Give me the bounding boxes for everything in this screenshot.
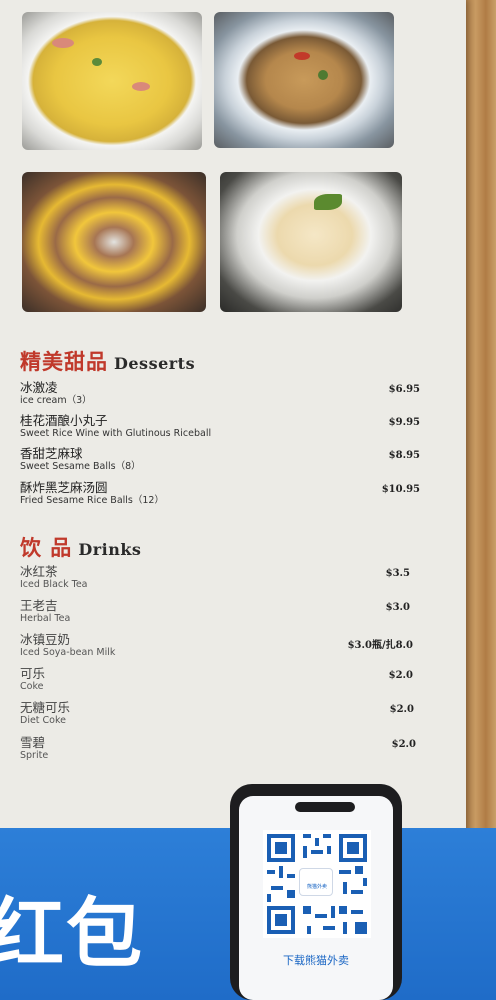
menu-item-coke: 可乐 Coke $2.0	[20, 666, 413, 693]
download-app-caption[interactable]: 下载熊猫外卖	[239, 952, 393, 968]
desserts-title-en: Desserts	[114, 354, 196, 373]
item-price: $2.0	[388, 670, 413, 681]
menu-item-herbal-tea: 王老吉 Herbal Tea $3.0	[20, 598, 410, 625]
item-price: $8.95	[388, 450, 420, 461]
pea-bit	[318, 70, 328, 80]
mint-leaf	[314, 194, 342, 210]
desserts-title-zh: 精美甜品	[20, 349, 108, 374]
item-price: $2.0	[391, 739, 416, 750]
menu-item-fried-sesame-rice-balls: 酥炸黑芝麻汤圆 Fried Sesame Rice Balls（12） $10.…	[20, 480, 420, 507]
menu-page: 精美甜品 Desserts 冰激凌 ice cream（3） $6.95 桂花酒酿…	[0, 0, 466, 840]
menu-item-iced-black-tea: 冰红茶 Iced Black Tea $3.5	[20, 564, 410, 591]
menu-item-diet-coke: 无糖可乐 Diet Coke $2.0	[20, 700, 414, 727]
item-name-en: Sweet Sesame Balls（8）	[20, 461, 141, 472]
item-name-zh: 桂花酒酿小丸子	[20, 413, 108, 428]
item-name-en: ice cream（3）	[20, 395, 92, 406]
corn-platter-photo	[22, 172, 206, 312]
noodles-photo	[214, 12, 394, 148]
drinks-title-zh: 饮 品	[20, 535, 73, 560]
item-price: $6.95	[388, 384, 420, 395]
menu-item-ice-cream: 冰激凌 ice cream（3） $6.95	[20, 380, 420, 407]
item-name-zh: 冰红茶	[20, 564, 58, 579]
panda-logo: 熊猫外卖	[299, 868, 333, 896]
ice-cream-photo	[220, 172, 402, 312]
banner-text: 红包	[0, 889, 144, 978]
item-price: $2.0	[389, 704, 414, 715]
item-name-zh: 香甜芝麻球	[20, 446, 83, 461]
item-name-en: Diet Coke	[20, 715, 66, 726]
menu-item-sprite: 雪碧 Sprite $2.0	[20, 735, 416, 762]
desserts-heading: 精美甜品 Desserts	[20, 346, 195, 376]
drinks-heading: 饮 品 Drinks	[20, 532, 141, 562]
phone-notch	[295, 802, 355, 812]
fried-rice-photo	[22, 12, 202, 150]
panda-logo-text: 熊猫外卖	[306, 884, 327, 890]
item-price: $3.0瓶/扎8.0	[347, 640, 413, 651]
item-name-en: Fried Sesame Rice Balls（12）	[20, 495, 164, 506]
item-name-en: Sprite	[20, 750, 49, 761]
item-name-zh: 无糖可乐	[20, 700, 71, 715]
menu-item-sesame-balls: 香甜芝麻球 Sweet Sesame Balls（8） $8.95	[20, 446, 420, 473]
drinks-title-en: Drinks	[78, 540, 142, 559]
menu-item-soya-bean-milk: 冰镇豆奶 Iced Soya-bean Milk $3.0瓶/扎8.0	[20, 632, 413, 659]
phone-screen: 熊猫外卖 下载熊猫外卖	[239, 796, 393, 1000]
item-name-zh: 雪碧	[20, 735, 46, 750]
item-price: $10.95	[381, 484, 420, 495]
menu-item-rice-wine-riceball: 桂花酒酿小丸子 Sweet Rice Wine with Glutinous R…	[20, 413, 420, 440]
item-name-zh: 王老吉	[20, 598, 58, 613]
ham-bit	[52, 38, 74, 48]
phone-mockup: 熊猫外卖 下载熊猫外卖	[230, 784, 402, 1000]
ham-bit	[132, 82, 150, 91]
item-price: $9.95	[388, 417, 420, 428]
scallion-bit	[92, 58, 102, 66]
item-name-zh: 可乐	[20, 666, 46, 681]
item-name-en: Sweet Rice Wine with Glutinous Riceball	[20, 428, 212, 439]
item-name-en: Iced Black Tea	[20, 579, 88, 590]
chili-bit	[294, 52, 310, 60]
item-name-zh: 酥炸黑芝麻汤圆	[20, 480, 108, 495]
item-name-zh: 冰激凌	[20, 380, 58, 395]
item-name-en: Coke	[20, 681, 44, 692]
item-price: $3.5	[385, 568, 410, 579]
item-name-en: Herbal Tea	[20, 613, 71, 624]
item-price: $3.0	[385, 602, 410, 613]
